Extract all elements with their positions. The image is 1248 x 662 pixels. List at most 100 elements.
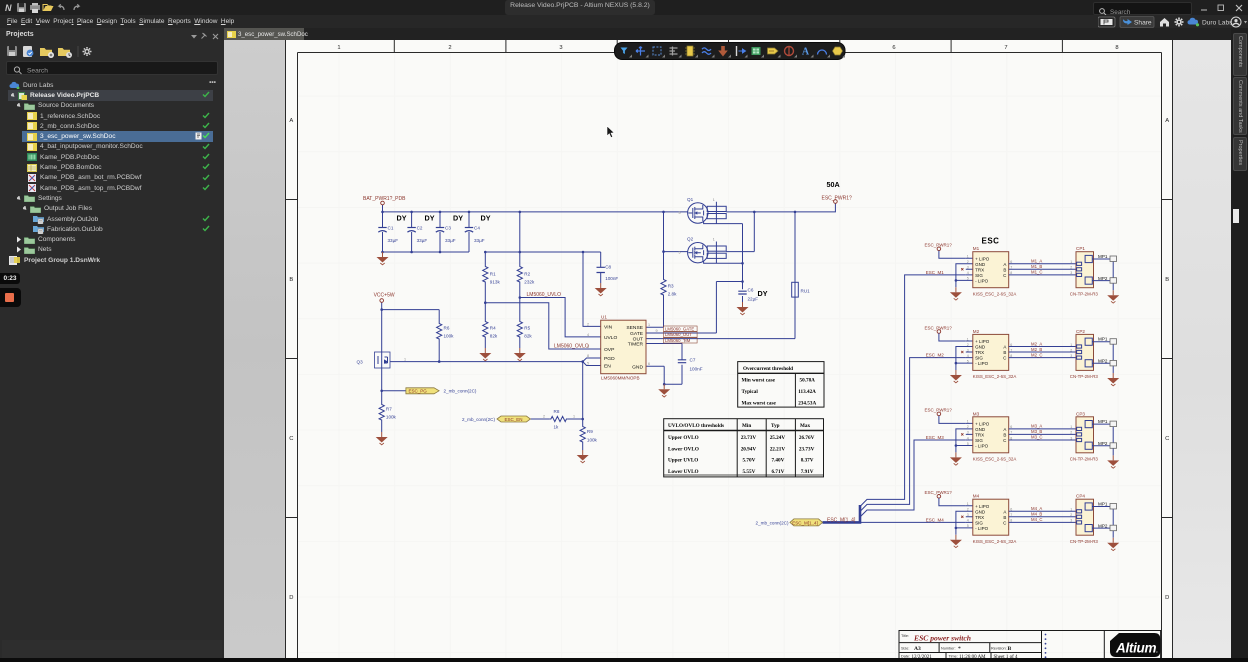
svg-text:M3_C: M3_C bbox=[1031, 435, 1042, 440]
svg-text:M3: M3 bbox=[973, 411, 980, 416]
svg-text:Max: Max bbox=[800, 423, 810, 429]
svg-text:D: D bbox=[1165, 595, 1169, 601]
svg-text:LM5060_TIM: LM5060_TIM bbox=[665, 338, 691, 343]
svg-text:5: 5 bbox=[587, 362, 589, 366]
svg-text:7.40V: 7.40V bbox=[772, 458, 785, 464]
svg-text:ESC_M[1..4]: ESC_M[1..4] bbox=[792, 520, 818, 525]
svg-text:R7: R7 bbox=[386, 407, 392, 412]
svg-text:SENSE: SENSE bbox=[626, 325, 643, 331]
svg-text:C1: C1 bbox=[388, 226, 394, 231]
svg-text:7: 7 bbox=[1004, 45, 1007, 51]
svg-text:Search: Search bbox=[27, 68, 48, 75]
svg-text:22.21V: 22.21V bbox=[770, 446, 786, 452]
svg-text:Title:: Title: bbox=[901, 634, 909, 638]
svg-text:C6: C6 bbox=[748, 288, 754, 293]
svg-text:6: 6 bbox=[648, 362, 650, 366]
svg-text:C4: C4 bbox=[474, 226, 480, 231]
svg-text:B: B bbox=[289, 277, 293, 283]
svg-text:100nF: 100nF bbox=[690, 367, 703, 372]
svg-text:R3: R3 bbox=[668, 284, 674, 289]
svg-text:EN: EN bbox=[604, 364, 611, 370]
svg-text:TIMER: TIMER bbox=[628, 342, 644, 348]
svg-text:CP3: CP3 bbox=[1076, 411, 1085, 416]
svg-text:ESC: ESC bbox=[982, 237, 1000, 246]
svg-text:DY: DY bbox=[453, 214, 463, 223]
svg-text:B: B bbox=[1165, 277, 1169, 283]
svg-text:ESC_PWR1?: ESC_PWR1? bbox=[822, 195, 853, 201]
svg-text:234.53A: 234.53A bbox=[798, 400, 816, 406]
svg-text:Q1: Q1 bbox=[687, 197, 694, 202]
svg-text:33µF: 33µF bbox=[445, 238, 456, 243]
svg-text:Typical: Typical bbox=[742, 389, 759, 395]
svg-text:1: 1 bbox=[573, 414, 575, 418]
svg-text:ESC_M2: ESC_M2 bbox=[926, 353, 945, 358]
svg-text:5.55V: 5.55V bbox=[743, 469, 756, 475]
svg-text:M1_C: M1_C bbox=[1031, 270, 1042, 275]
svg-text:LM5060_OUT: LM5060_OUT bbox=[665, 332, 692, 337]
svg-text:Revision:: Revision: bbox=[991, 647, 1007, 651]
svg-text:2: 2 bbox=[587, 322, 589, 326]
svg-text:R2: R2 bbox=[524, 272, 530, 277]
svg-text:R9: R9 bbox=[587, 429, 593, 434]
svg-text:113.42A: 113.42A bbox=[798, 389, 816, 395]
svg-text:100k: 100k bbox=[587, 438, 598, 443]
svg-text:Number:: Number: bbox=[941, 647, 956, 651]
svg-text:33µF: 33µF bbox=[417, 238, 428, 243]
svg-text:R1: R1 bbox=[490, 272, 496, 277]
svg-text:OVP: OVP bbox=[604, 347, 614, 353]
svg-text:A: A bbox=[802, 47, 810, 58]
svg-text:23.73V: 23.73V bbox=[741, 435, 757, 441]
svg-text:20.94V: 20.94V bbox=[741, 446, 757, 452]
svg-text:ESC power switch: ESC power switch bbox=[913, 633, 971, 642]
svg-text:6.71V: 6.71V bbox=[772, 469, 785, 475]
svg-text:U1: U1 bbox=[601, 315, 607, 320]
svg-text:3: 3 bbox=[559, 45, 562, 51]
svg-text:1: 1 bbox=[713, 198, 715, 202]
svg-text:UVLO: UVLO bbox=[604, 335, 618, 341]
svg-text:M1_A: M1_A bbox=[1031, 259, 1042, 264]
svg-text:Upper OVLO: Upper OVLO bbox=[668, 435, 699, 441]
svg-text:100nF: 100nF bbox=[605, 276, 618, 281]
svg-text:M2_A: M2_A bbox=[1031, 341, 1042, 346]
svg-text:R5: R5 bbox=[524, 326, 530, 331]
svg-text:PGD: PGD bbox=[604, 356, 615, 362]
svg-text:33µF: 33µF bbox=[474, 238, 485, 243]
svg-text:GATE: GATE bbox=[630, 331, 644, 337]
svg-text:M2_B: M2_B bbox=[1031, 347, 1042, 352]
svg-text:26.76V: 26.76V bbox=[799, 435, 815, 441]
svg-text:C8: C8 bbox=[605, 265, 611, 270]
svg-text:2_mb_conn(2C): 2_mb_conn(2C) bbox=[756, 520, 789, 525]
svg-text:DY: DY bbox=[397, 214, 407, 223]
svg-text:M2_C: M2_C bbox=[1031, 352, 1042, 357]
svg-text:*: * bbox=[958, 646, 961, 652]
svg-text:82k: 82k bbox=[490, 334, 498, 339]
svg-text:M3_B: M3_B bbox=[1031, 429, 1042, 434]
svg-text:LM5060_OVLO: LM5060_OVLO bbox=[554, 344, 589, 350]
svg-text:Duro Labs: Duro Labs bbox=[1202, 20, 1233, 27]
svg-text:CP2: CP2 bbox=[1076, 329, 1085, 334]
svg-text:DY: DY bbox=[758, 289, 768, 298]
svg-text:2_mb_conn(2C): 2_mb_conn(2C) bbox=[444, 389, 477, 394]
svg-text:1: 1 bbox=[648, 323, 650, 327]
svg-text:100k: 100k bbox=[386, 415, 397, 420]
svg-text:M4_B: M4_B bbox=[1031, 512, 1042, 517]
svg-text:C: C bbox=[1165, 436, 1169, 442]
svg-text:Typ: Typ bbox=[771, 423, 780, 429]
svg-text:CP1: CP1 bbox=[1076, 246, 1085, 251]
svg-text:1k: 1k bbox=[554, 425, 560, 430]
svg-text:R6: R6 bbox=[444, 326, 450, 331]
svg-text:232k: 232k bbox=[524, 280, 535, 285]
svg-text:33µF: 33µF bbox=[388, 238, 399, 243]
svg-text:Max worst case: Max worst case bbox=[742, 400, 777, 406]
svg-text:Q2: Q2 bbox=[687, 237, 694, 242]
svg-text:Min worst case: Min worst case bbox=[742, 378, 776, 384]
svg-text:25.24V: 25.24V bbox=[770, 435, 786, 441]
svg-text:ESC_M1: ESC_M1 bbox=[926, 270, 945, 275]
svg-text:RU1: RU1 bbox=[801, 289, 811, 294]
svg-text:4: 4 bbox=[587, 333, 589, 337]
svg-text:2: 2 bbox=[448, 45, 451, 51]
svg-text:GND: GND bbox=[632, 364, 643, 370]
svg-text:100k: 100k bbox=[444, 334, 455, 339]
svg-text:23.73V: 23.73V bbox=[799, 446, 815, 452]
svg-text:UVLO/OVLO thresholds: UVLO/OVLO thresholds bbox=[668, 423, 724, 429]
